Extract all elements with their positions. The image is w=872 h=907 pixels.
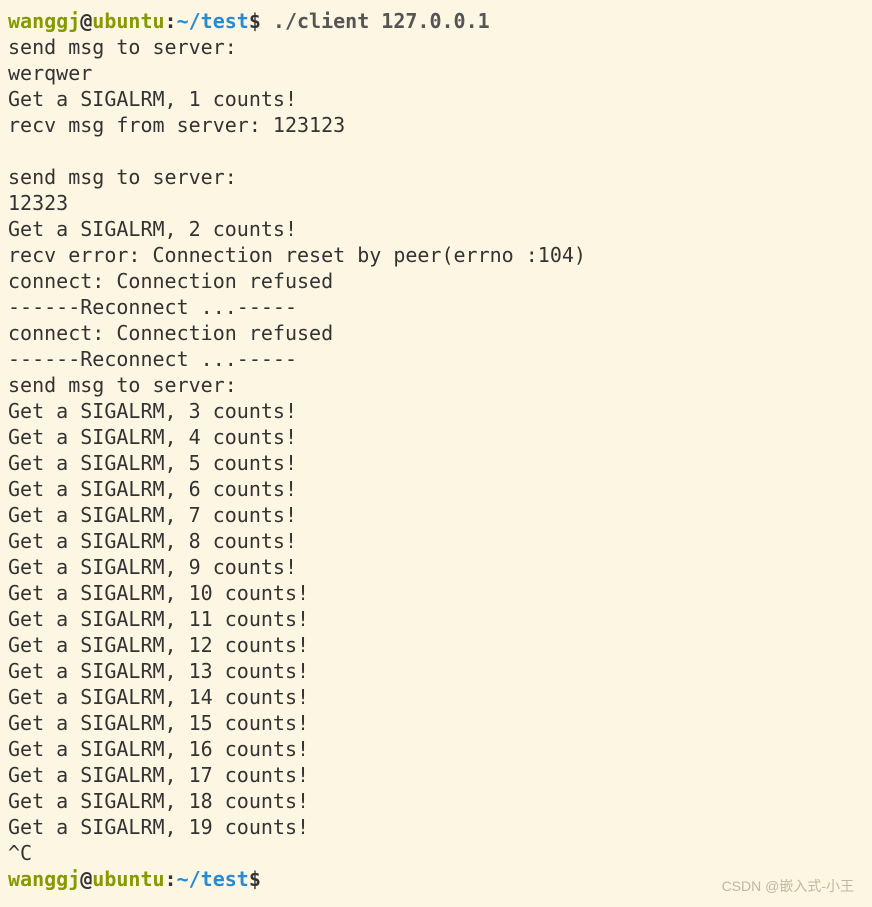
output-line: Get a SIGALRM, 14 counts!	[8, 684, 864, 710]
output-line: Get a SIGALRM, 8 counts!	[8, 528, 864, 554]
prompt-user: wanggj	[8, 9, 80, 33]
output-line: recv error: Connection reset by peer(err…	[8, 242, 864, 268]
prompt-path: ~/test	[177, 867, 249, 891]
prompt-user: wanggj	[8, 867, 80, 891]
output-line: Get a SIGALRM, 3 counts!	[8, 398, 864, 424]
output-line: Get a SIGALRM, 11 counts!	[8, 606, 864, 632]
output-line: ------Reconnect ...-----	[8, 294, 864, 320]
prompt-at: @	[80, 867, 92, 891]
output-line: Get a SIGALRM, 4 counts!	[8, 424, 864, 450]
command-text: ./client 127.0.0.1	[261, 9, 490, 33]
prompt-colon: :	[165, 867, 177, 891]
output-line	[8, 138, 864, 164]
output-line: recv msg from server: 123123	[8, 112, 864, 138]
output-line: connect: Connection refused	[8, 320, 864, 346]
output-line: 12323	[8, 190, 864, 216]
output-line: Get a SIGALRM, 1 counts!	[8, 86, 864, 112]
watermark: CSDN @嵌入式-小王	[722, 877, 854, 895]
prompt-path: ~/test	[177, 9, 249, 33]
output-line: Get a SIGALRM, 12 counts!	[8, 632, 864, 658]
output-line: send msg to server:	[8, 34, 864, 60]
output-line: Get a SIGALRM, 19 counts!	[8, 814, 864, 840]
prompt-dollar: $	[249, 867, 261, 891]
output-container: send msg to server:werqwerGet a SIGALRM,…	[8, 34, 864, 866]
prompt-dollar: $	[249, 9, 261, 33]
output-line: Get a SIGALRM, 13 counts!	[8, 658, 864, 684]
output-line: werqwer	[8, 60, 864, 86]
output-line: Get a SIGALRM, 17 counts!	[8, 762, 864, 788]
output-line: send msg to server:	[8, 372, 864, 398]
output-line: Get a SIGALRM, 6 counts!	[8, 476, 864, 502]
prompt-host: ubuntu	[92, 9, 164, 33]
prompt-at: @	[80, 9, 92, 33]
output-line: Get a SIGALRM, 15 counts!	[8, 710, 864, 736]
output-line: Get a SIGALRM, 7 counts!	[8, 502, 864, 528]
output-line: ^C	[8, 840, 864, 866]
output-line: Get a SIGALRM, 9 counts!	[8, 554, 864, 580]
prompt-line-1: wanggj@ubuntu:~/test$ ./client 127.0.0.1	[8, 8, 864, 34]
output-line: ------Reconnect ...-----	[8, 346, 864, 372]
output-line: Get a SIGALRM, 16 counts!	[8, 736, 864, 762]
output-line: connect: Connection refused	[8, 268, 864, 294]
prompt-colon: :	[165, 9, 177, 33]
output-line: send msg to server:	[8, 164, 864, 190]
output-line: Get a SIGALRM, 5 counts!	[8, 450, 864, 476]
output-line: Get a SIGALRM, 2 counts!	[8, 216, 864, 242]
output-line: Get a SIGALRM, 18 counts!	[8, 788, 864, 814]
prompt-host: ubuntu	[92, 867, 164, 891]
output-line: Get a SIGALRM, 10 counts!	[8, 580, 864, 606]
terminal[interactable]: wanggj@ubuntu:~/test$ ./client 127.0.0.1…	[8, 8, 864, 892]
